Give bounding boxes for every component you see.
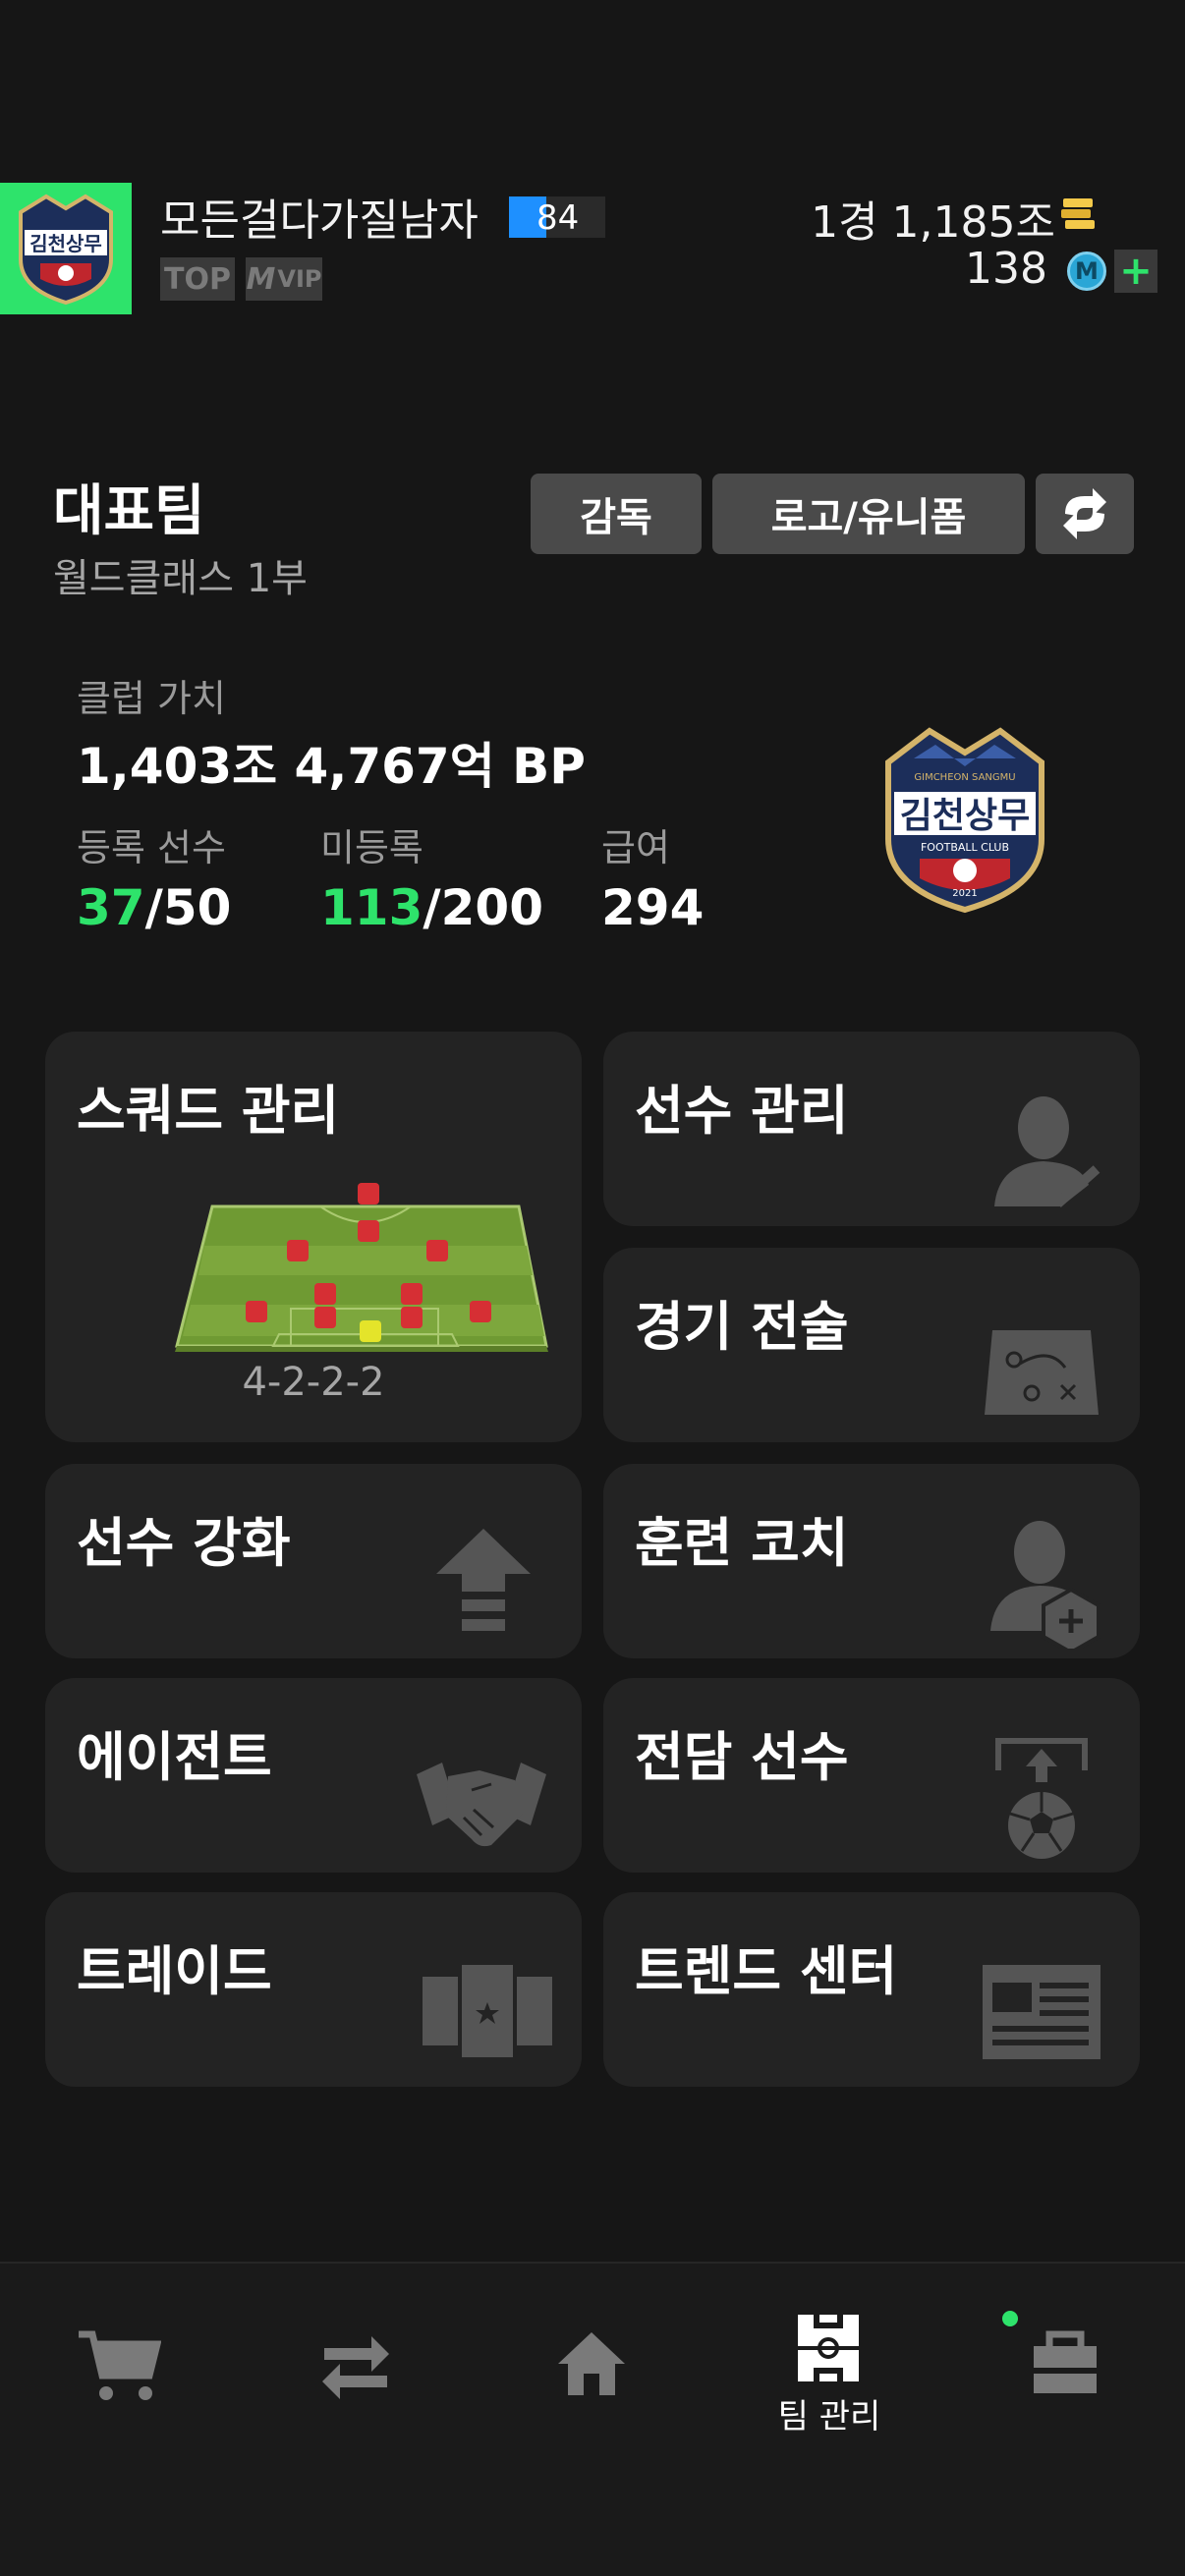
svg-text:김천상무: 김천상무 [29,232,102,255]
player-management-card[interactable]: 선수 관리 [603,1032,1140,1226]
transfer-arrows-icon[interactable] [320,2328,391,2399]
news-icon [983,1965,1100,2059]
training-coach-title: 훈련 코치 [635,1512,849,1574]
switch-team-button[interactable] [1036,474,1134,554]
club-value: 1,403조 4,767억 BP [77,738,586,795]
player-marker [314,1283,336,1305]
inventory-notification-dot [1002,2311,1018,2326]
shop-cart-icon[interactable] [77,2328,161,2405]
formation-label: 4-2-2-2 [242,1360,385,1405]
coach-add-icon [990,1521,1100,1649]
salary-label: 급여 [601,826,670,869]
trade-title: 트레이드 [77,1940,272,2002]
player-marker [358,1183,379,1204]
registered-players: 37/50 [77,879,231,936]
level-badge: 84 [509,196,605,238]
vip-badge: M VIP [246,257,322,301]
crest-top-text: GIMCHEON SANGMU [914,772,1015,783]
player-marker [358,1220,379,1242]
bottom-navigation [0,2262,1185,2576]
team-manage-label[interactable]: 팀 관리 [757,2389,902,2437]
goal-ball-icon [995,1738,1088,1859]
player-marker [401,1307,423,1328]
player-marker [426,1240,448,1261]
trade-card[interactable]: 트레이드 [45,1892,582,2087]
add-currency-button[interactable]: + [1114,249,1157,294]
handshake-icon [417,1763,546,1847]
registered-count: 37 [77,879,145,936]
club-crest-icon: 김천상무 [19,194,113,306]
player-enhance-card[interactable]: 선수 강화 [45,1464,582,1658]
vip-badge-label: VIP [277,265,322,293]
club-value-label: 클럽 가치 [77,677,226,720]
agent-card[interactable]: 에이전트 [45,1678,582,1873]
training-coach-card[interactable]: 훈련 코치 [603,1464,1140,1658]
player-marker [246,1301,267,1322]
logo-uniform-button[interactable]: 로고/유니폼 [712,474,1025,554]
player-marker [314,1307,336,1328]
unregistered-max: /200 [423,879,544,936]
upgrade-arrow-icon [436,1529,531,1631]
club-crest-large: GIMCHEON SANGMU 김천상무 FOOTBALL CLUB 2021 [885,727,1044,914]
gold-coins-icon [1061,198,1095,229]
player-marker [401,1283,423,1305]
goalkeeper-marker [360,1320,381,1342]
unregistered-players: 113/200 [320,879,543,936]
tactics-card[interactable]: 경기 전술 [603,1248,1140,1442]
player-marker [287,1240,309,1261]
dedicated-player-card[interactable]: 전담 선수 [603,1678,1140,1873]
team-division: 월드클래스 1부 [53,556,308,601]
player-management-title: 선수 관리 [635,1080,849,1142]
trend-center-card[interactable]: 트렌드 센터 [603,1892,1140,2087]
home-icon[interactable] [556,2328,627,2399]
player-check-icon [994,1096,1100,1207]
unregistered-label: 미등록 [320,826,423,869]
level-value: 84 [536,198,580,238]
team-title: 대표팀 [53,479,205,543]
m-coin-icon: M [1067,252,1106,291]
tactics-title: 경기 전술 [635,1296,849,1358]
salary-value: 294 [601,879,705,936]
tactics-board-icon [985,1330,1099,1415]
refresh-icon [1063,488,1106,539]
player-marker [470,1301,491,1322]
nickname: 모든걸다가질남자 [160,196,479,246]
crest-main-text: 김천상무 [900,796,1030,836]
crest-year-text: 2021 [952,888,977,899]
manager-button[interactable]: 감독 [531,474,702,554]
registered-max: /50 [144,879,232,936]
trade-cards-icon [423,1965,552,2057]
registered-label: 등록 선수 [77,826,226,869]
dedicated-player-title: 전담 선수 [635,1726,849,1788]
trend-center-title: 트렌드 센터 [635,1940,898,2002]
top-badge: TOP [160,257,235,301]
m-currency: 138 [965,244,1047,294]
squad-management-card[interactable]: 스쿼드 관리 4-2-2-2 [45,1032,582,1442]
team-manage-icon[interactable] [796,2313,861,2383]
player-enhance-title: 선수 강화 [77,1512,291,1574]
vip-m-icon: M [246,261,276,297]
agent-title: 에이전트 [77,1726,272,1788]
bp-currency: 1경 1,185조 [811,197,1055,248]
club-emblem-small[interactable]: 김천상무 [0,183,132,314]
crest-sub-text: FOOTBALL CLUB [921,841,1009,854]
unregistered-count: 113 [320,879,423,936]
inventory-bag-icon[interactable] [1028,2328,1102,2397]
